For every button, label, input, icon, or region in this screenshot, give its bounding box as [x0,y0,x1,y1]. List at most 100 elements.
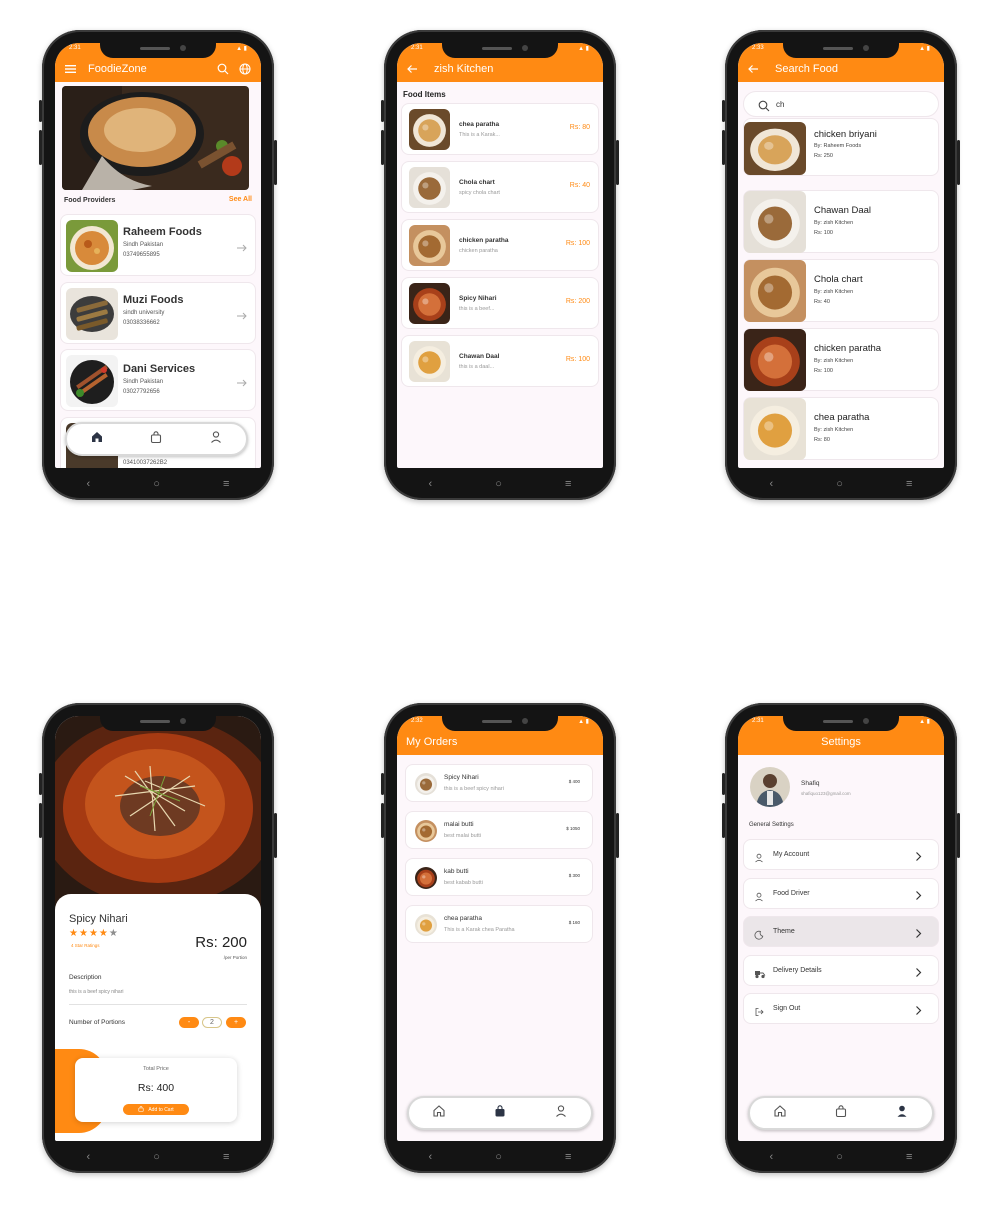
food-item-name: chicken paratha [459,237,509,244]
search-result-card[interactable]: Chola chart By: zish Kitchen Rs: 40 [743,259,939,322]
order-card[interactable]: malai butti best malai butti $ 1050 [405,811,593,849]
bag-icon[interactable] [834,1104,848,1123]
recents-nav-icon[interactable]: ≡ [565,478,571,490]
arrow-right-icon[interactable] [237,239,247,257]
chevron-right-icon [915,965,922,983]
search-screen: 2:33 ▲ ▮ Search Food ch chicken briyani B… [738,43,944,468]
profile-icon[interactable] [554,1104,568,1123]
search-result-price: Rs: 100 [814,230,833,236]
app-title: FoodieZone [88,63,147,75]
food-item-name: Chawan Daal [459,353,500,360]
back-nav-icon[interactable]: ‹ [87,478,91,490]
profile-icon[interactable] [895,1104,909,1123]
food-item-card[interactable]: chea paratha This is a Karak... Rs: 80 [401,103,599,155]
add-to-cart-button[interactable]: Add to Cart [123,1104,189,1115]
decrease-button[interactable]: - [179,1017,199,1028]
home-nav-icon[interactable]: ○ [836,478,843,490]
home-icon[interactable] [90,430,104,449]
order-card[interactable]: Spicy Nihari this is a beef spicy nihari… [405,764,593,802]
recents-nav-icon[interactable]: ≡ [565,1151,571,1163]
back-nav-icon[interactable]: ‹ [429,478,433,490]
food-item-image [409,225,450,266]
order-card[interactable]: kab butti best kabab butti $ 300 [405,858,593,896]
bottom-nav [65,422,248,456]
home-nav-icon[interactable]: ○ [495,478,502,490]
bag-icon[interactable] [149,430,163,449]
food-item-card[interactable]: Chola chart spicy chola chart Rs: 40 [401,161,599,213]
chevron-right-icon [915,926,922,944]
cart-icon [138,1105,144,1114]
search-icon[interactable] [217,63,229,75]
add-to-cart-label: Add to Cart [148,1106,174,1113]
page-title: zish Kitchen [434,63,494,75]
arrow-right-icon[interactable] [237,307,247,325]
logout-icon [754,1004,764,1022]
status-time: 2:33 [752,45,764,51]
recents-nav-icon[interactable]: ≡ [223,478,229,490]
settings-option-sign-out[interactable]: Sign Out [743,993,939,1024]
provider-image [66,220,118,272]
search-icon [758,99,770,117]
menu-icon[interactable] [65,63,76,75]
order-desc: best malai butti [444,833,481,839]
provider-card[interactable]: Muzi Foods sindh university 03038336662 [60,282,256,344]
search-result-card[interactable]: chicken paratha By: zish Kitchen Rs: 100 [743,328,939,391]
settings-option-my-account[interactable]: My Account [743,839,939,870]
food-item-price: Rs: 80 [569,124,590,131]
provider-card[interactable]: Dani Services Sindh Pakistan 03027792656 [60,349,256,411]
arrow-right-icon[interactable] [237,374,247,392]
search-result-card[interactable]: chicken briyani By: Raheem Foods Rs: 250 [743,118,939,176]
globe-icon[interactable] [239,63,251,75]
home-nav-icon[interactable]: ○ [153,478,160,490]
home-icon[interactable] [432,1104,446,1123]
back-nav-icon[interactable]: ‹ [87,1151,91,1163]
food-item-card[interactable]: Spicy Nihari this is a beef... Rs: 200 [401,277,599,329]
food-item-name: Chola chart [459,179,495,186]
increase-button[interactable]: + [226,1017,246,1028]
star-icon: ★ [98,928,108,939]
home-nav-icon[interactable]: ○ [495,1151,502,1163]
food-item-card[interactable]: Chawan Daal this is a daal... Rs: 100 [401,335,599,387]
page-title: Search Food [775,63,838,75]
recents-nav-icon[interactable]: ≡ [223,1151,229,1163]
chevron-right-icon [915,849,922,867]
settings-option-theme[interactable]: Theme [743,916,939,947]
back-arrow-icon[interactable] [407,63,418,75]
back-nav-icon[interactable]: ‹ [429,1151,433,1163]
search-input[interactable]: ch [743,91,939,117]
search-result-name: Chawan Daal [814,205,872,216]
search-result-name: chea paratha [814,412,870,423]
see-all-link[interactable]: See All [229,196,252,203]
search-result-card[interactable]: Chawan Daal By: zish Kitchen Rs: 100 [743,190,939,253]
provider-image [66,288,118,340]
home-nav-icon[interactable]: ○ [836,1151,843,1163]
star-icon: ★ [88,928,98,939]
recents-nav-icon[interactable]: ≡ [906,478,912,490]
settings-option-food-driver[interactable]: Food Driver [743,877,939,909]
order-name: kab butti [444,868,469,875]
provider-name: Muzi Foods [123,294,184,306]
order-card[interactable]: chea paratha This is a Karak chea Parath… [405,905,593,943]
star-icon: ★ [78,928,88,939]
system-nav: ‹ ○ ≡ [738,468,944,500]
home-icon[interactable] [773,1104,787,1123]
phone-orders: 2:32 ▲ ▮ My Orders Spicy Nihari this is a… [381,703,619,1173]
back-arrow-icon[interactable] [748,63,759,75]
star-icon: ★ [69,928,78,939]
status-time: 2:31 [752,718,764,724]
provider-location: Sindh Pakistan [123,379,164,385]
bag-icon[interactable] [493,1104,507,1123]
provider-card[interactable]: Raheem Foods Sindh Pakistan 03749655895 [60,214,256,276]
home-nav-icon[interactable]: ○ [153,1151,160,1163]
search-result-card[interactable]: chea paratha By: zish Kitchen Rs: 80 [743,397,939,460]
back-nav-icon[interactable]: ‹ [770,1151,774,1163]
order-image [415,820,437,842]
order-price: $ 160 [568,920,580,925]
system-nav: ‹ ○ ≡ [55,1141,261,1173]
food-item-card[interactable]: chicken paratha chicken paratha Rs: 100 [401,219,599,271]
settings-option-delivery-details[interactable]: Delivery Details [743,954,939,986]
food-item-name: chea paratha [459,121,500,128]
profile-icon[interactable] [209,430,223,449]
recents-nav-icon[interactable]: ≡ [906,1151,912,1163]
back-nav-icon[interactable]: ‹ [770,478,774,490]
